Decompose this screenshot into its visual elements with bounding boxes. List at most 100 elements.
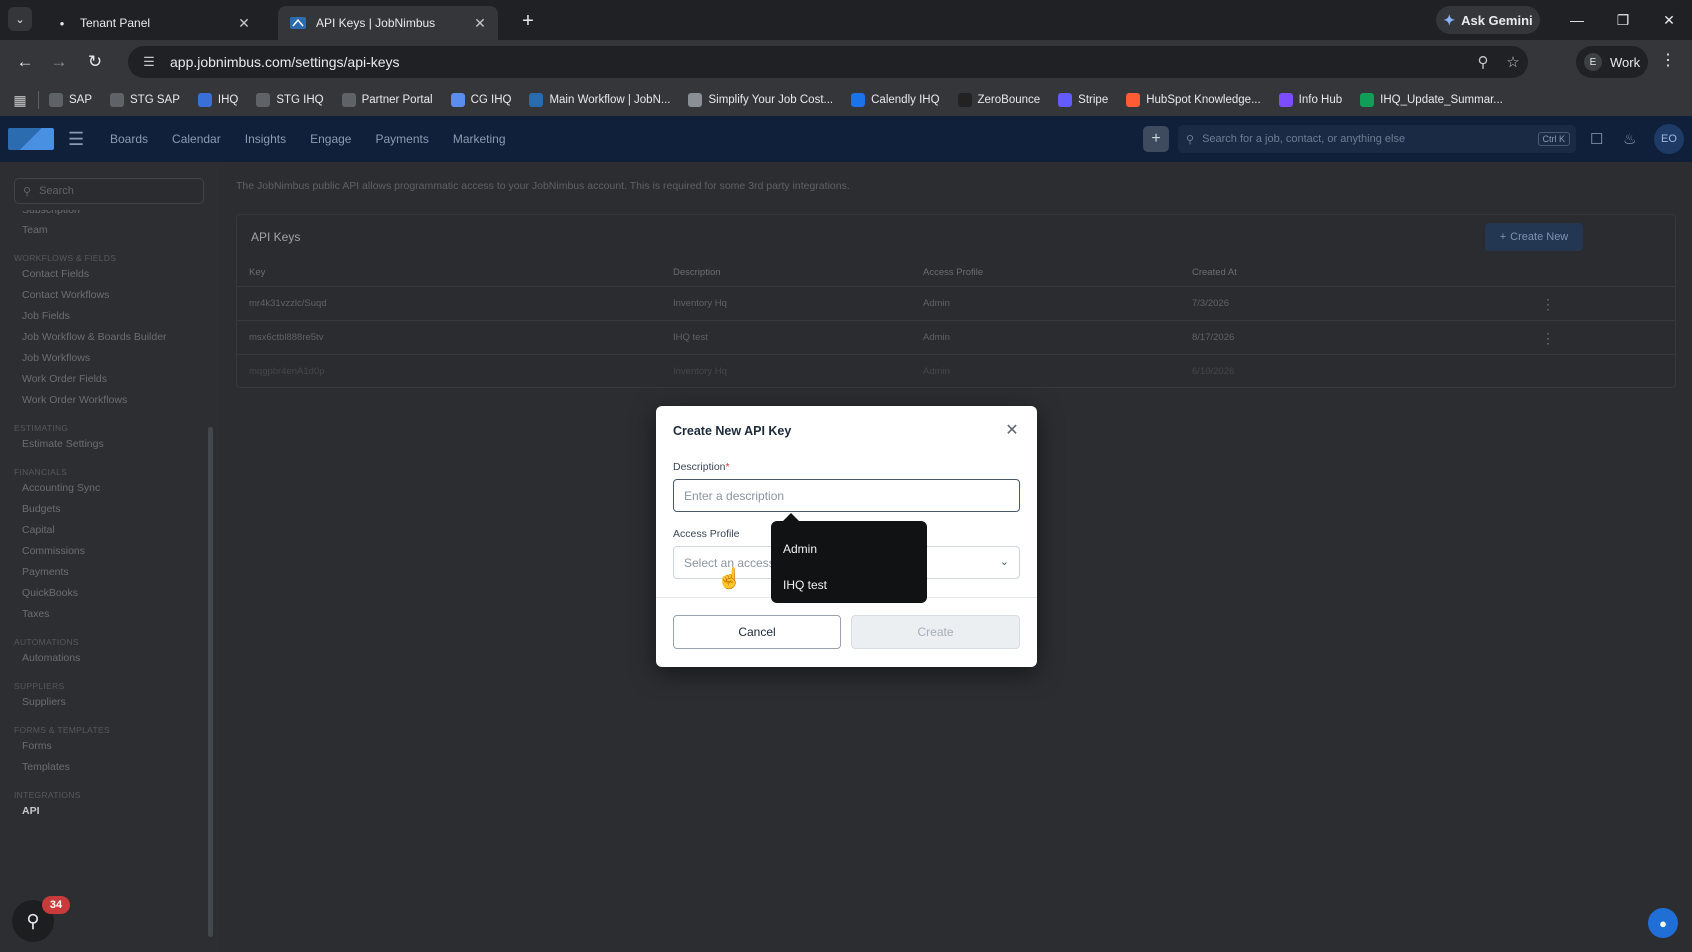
global-search-placeholder: Search for a job, contact, or anything e…: [1202, 133, 1406, 145]
close-window-icon[interactable]: ✕: [1654, 8, 1684, 32]
sidebar-item-templates[interactable]: Templates: [0, 757, 208, 778]
access-profile-label: Access Profile: [673, 528, 740, 540]
profile-button[interactable]: E Work: [1576, 46, 1648, 78]
bookmark-item[interactable]: IHQ_Update_Summar...: [1360, 93, 1503, 107]
tab-search-button[interactable]: ⌄: [8, 7, 32, 31]
bookmark-item[interactable]: SAP: [49, 93, 92, 107]
zoom-icon[interactable]: ⚲: [1468, 53, 1498, 71]
nav-marketing[interactable]: Marketing: [453, 132, 506, 146]
sidebar-item-contact-workflows[interactable]: Contact Workflows: [0, 285, 208, 306]
close-tab-icon[interactable]: ✕: [472, 15, 488, 32]
bookmark-star-icon[interactable]: ☆: [1498, 53, 1528, 71]
table-row[interactable]: mr4k31vzzlc/Suqd Inventory Hq Admin 7/3/…: [237, 287, 1675, 321]
description-input[interactable]: [673, 479, 1020, 512]
bookmark-item[interactable]: Simplify Your Job Cost...: [688, 93, 833, 107]
table-row[interactable]: msx6ctbl888re5tv IHQ test Admin 8/17/202…: [237, 321, 1675, 355]
user-avatar[interactable]: EO: [1654, 124, 1684, 154]
calendly-icon: [851, 93, 866, 107]
created-cell: 6/10/2026: [1192, 366, 1235, 377]
apps-grid-icon[interactable]: ▦: [10, 92, 30, 109]
sidebar-menu: Subscription Team Workflows & Fields Contac…: [0, 210, 208, 822]
sidebar-item-work-order-fields[interactable]: Work Order Fields: [0, 369, 208, 390]
link-icon: [256, 93, 271, 107]
sidebar-item-suppliers[interactable]: Suppliers: [0, 692, 208, 713]
global-search-input[interactable]: ⚲ Search for a job, contact, or anything…: [1178, 125, 1576, 153]
key-cell: msx6ctbl888re5tv: [249, 332, 324, 343]
close-tab-icon[interactable]: ✕: [236, 15, 252, 32]
hamburger-menu-icon[interactable]: ☰: [68, 129, 84, 150]
restore-icon[interactable]: ❐: [1608, 8, 1638, 32]
sidebar-item-quickbooks[interactable]: QuickBooks: [0, 583, 208, 604]
sidebar-item-taxes[interactable]: Taxes: [0, 604, 208, 625]
sidebar-item-work-order-workflows[interactable]: Work Order Workflows: [0, 390, 208, 411]
tasks-icon[interactable]: ☐: [1590, 130, 1603, 148]
dropdown-option-admin[interactable]: Admin: [783, 542, 817, 556]
bookmark-item[interactable]: Partner Portal: [341, 93, 433, 107]
sidebar-item-estimate-settings[interactable]: Estimate Settings: [0, 434, 208, 455]
nav-calendar[interactable]: Calendar: [172, 132, 221, 146]
table-row[interactable]: mqgpbr4enA1d0p Inventory Hq Admin 6/10/2…: [237, 355, 1675, 389]
description-cell: Inventory Hq: [673, 298, 727, 309]
browser-tab-api-keys[interactable]: API Keys | JobNimbus ✕: [278, 6, 498, 40]
address-bar[interactable]: ☰ app.jobnimbus.com/settings/api-keys ⚲ …: [128, 46, 1528, 78]
quick-add-button[interactable]: +: [1143, 126, 1169, 152]
gemini-sparkle-icon: ✦: [1443, 11, 1456, 28]
chat-support-icon[interactable]: ●: [1648, 908, 1678, 938]
cancel-button[interactable]: Cancel: [673, 615, 841, 649]
site-info-icon[interactable]: ☰: [134, 54, 164, 70]
bookmark-item[interactable]: IHQ: [197, 93, 238, 107]
url-text[interactable]: app.jobnimbus.com/settings/api-keys: [170, 54, 1468, 70]
sidebar-item-payments[interactable]: Payments: [0, 562, 208, 583]
minimize-icon[interactable]: —: [1562, 8, 1592, 32]
row-menu-icon[interactable]: ⋮: [1541, 321, 1555, 355]
bookmark-item[interactable]: Info Hub: [1278, 93, 1342, 107]
dropdown-option-ihq-test[interactable]: IHQ test: [783, 578, 827, 592]
sidebar-section-title: Estimating: [14, 423, 69, 433]
row-menu-icon[interactable]: ⋮: [1541, 287, 1555, 321]
bookmark-item[interactable]: STG IHQ: [256, 93, 324, 107]
nav-boards[interactable]: Boards: [110, 132, 148, 146]
back-icon[interactable]: ←: [12, 50, 38, 74]
bookmark-item[interactable]: Stripe: [1058, 93, 1108, 107]
nav-engage[interactable]: Engage: [310, 132, 351, 146]
sidebar-item-job-fields[interactable]: Job Fields: [0, 306, 208, 327]
bookmark-item[interactable]: CG IHQ: [450, 93, 511, 107]
sidebar-item-team[interactable]: Team: [0, 220, 208, 241]
sidebar-item-automations[interactable]: Automations: [0, 648, 208, 669]
sidebar-item-commissions[interactable]: Commissions: [0, 541, 208, 562]
bell-icon[interactable]: ♨: [1623, 130, 1636, 148]
bookmark-item[interactable]: Main Workflow | JobN...: [529, 93, 670, 107]
create-button[interactable]: Create: [851, 615, 1020, 649]
bookmark-item[interactable]: ZeroBounce: [957, 93, 1040, 107]
create-new-button[interactable]: + Create New: [1485, 223, 1583, 251]
chrome-menu-icon[interactable]: ⋮: [1660, 50, 1676, 70]
search-shortcut-badge: Ctrl K: [1537, 132, 1570, 146]
sidebar-item-forms[interactable]: Forms: [0, 736, 208, 757]
bookmark-item[interactable]: Calendly IHQ: [851, 93, 940, 107]
bookmark-item[interactable]: STG SAP: [110, 93, 180, 107]
sidebar-item-job-workflows[interactable]: Job Workflows: [0, 348, 208, 369]
bookmark-label: Calendly IHQ: [871, 94, 940, 106]
sidebar-scrollbar[interactable]: [208, 427, 213, 937]
sidebar-item-truncated[interactable]: Subscription: [0, 210, 208, 220]
sidebar-item-capital[interactable]: Capital: [0, 520, 208, 541]
new-tab-icon[interactable]: +: [516, 9, 540, 33]
forward-icon[interactable]: →: [46, 50, 72, 74]
hand-cursor-icon: ☝: [717, 568, 742, 590]
reload-icon[interactable]: ↻: [82, 50, 108, 74]
sidebar-search-input[interactable]: ⚲ Search: [14, 178, 204, 204]
jobnimbus-logo[interactable]: [8, 128, 54, 150]
nav-payments[interactable]: Payments: [375, 132, 428, 146]
sidebar-item-budgets[interactable]: Budgets: [0, 499, 208, 520]
sidebar-item-accounting-sync[interactable]: Accounting Sync: [0, 478, 208, 499]
close-icon[interactable]: ✕: [1002, 420, 1022, 440]
bookmark-item[interactable]: HubSpot Knowledge...: [1126, 93, 1261, 107]
created-cell: 8/17/2026: [1192, 332, 1235, 343]
sidebar-item-contact-fields[interactable]: Contact Fields: [0, 264, 208, 285]
bookmark-list: SAP STG SAP IHQ STG IHQ Partner Portal CG IHQ…: [49, 93, 1521, 107]
ask-gemini-button[interactable]: ✦ Ask Gemini: [1436, 6, 1540, 34]
sidebar-item-api[interactable]: API: [0, 801, 208, 822]
nav-insights[interactable]: Insights: [245, 132, 286, 146]
sidebar-item-job-workflow-boards-builder[interactable]: Job Workflow & Boards Builder: [0, 327, 208, 348]
browser-tab-tenant-panel[interactable]: ● Tenant Panel ✕: [42, 6, 262, 40]
